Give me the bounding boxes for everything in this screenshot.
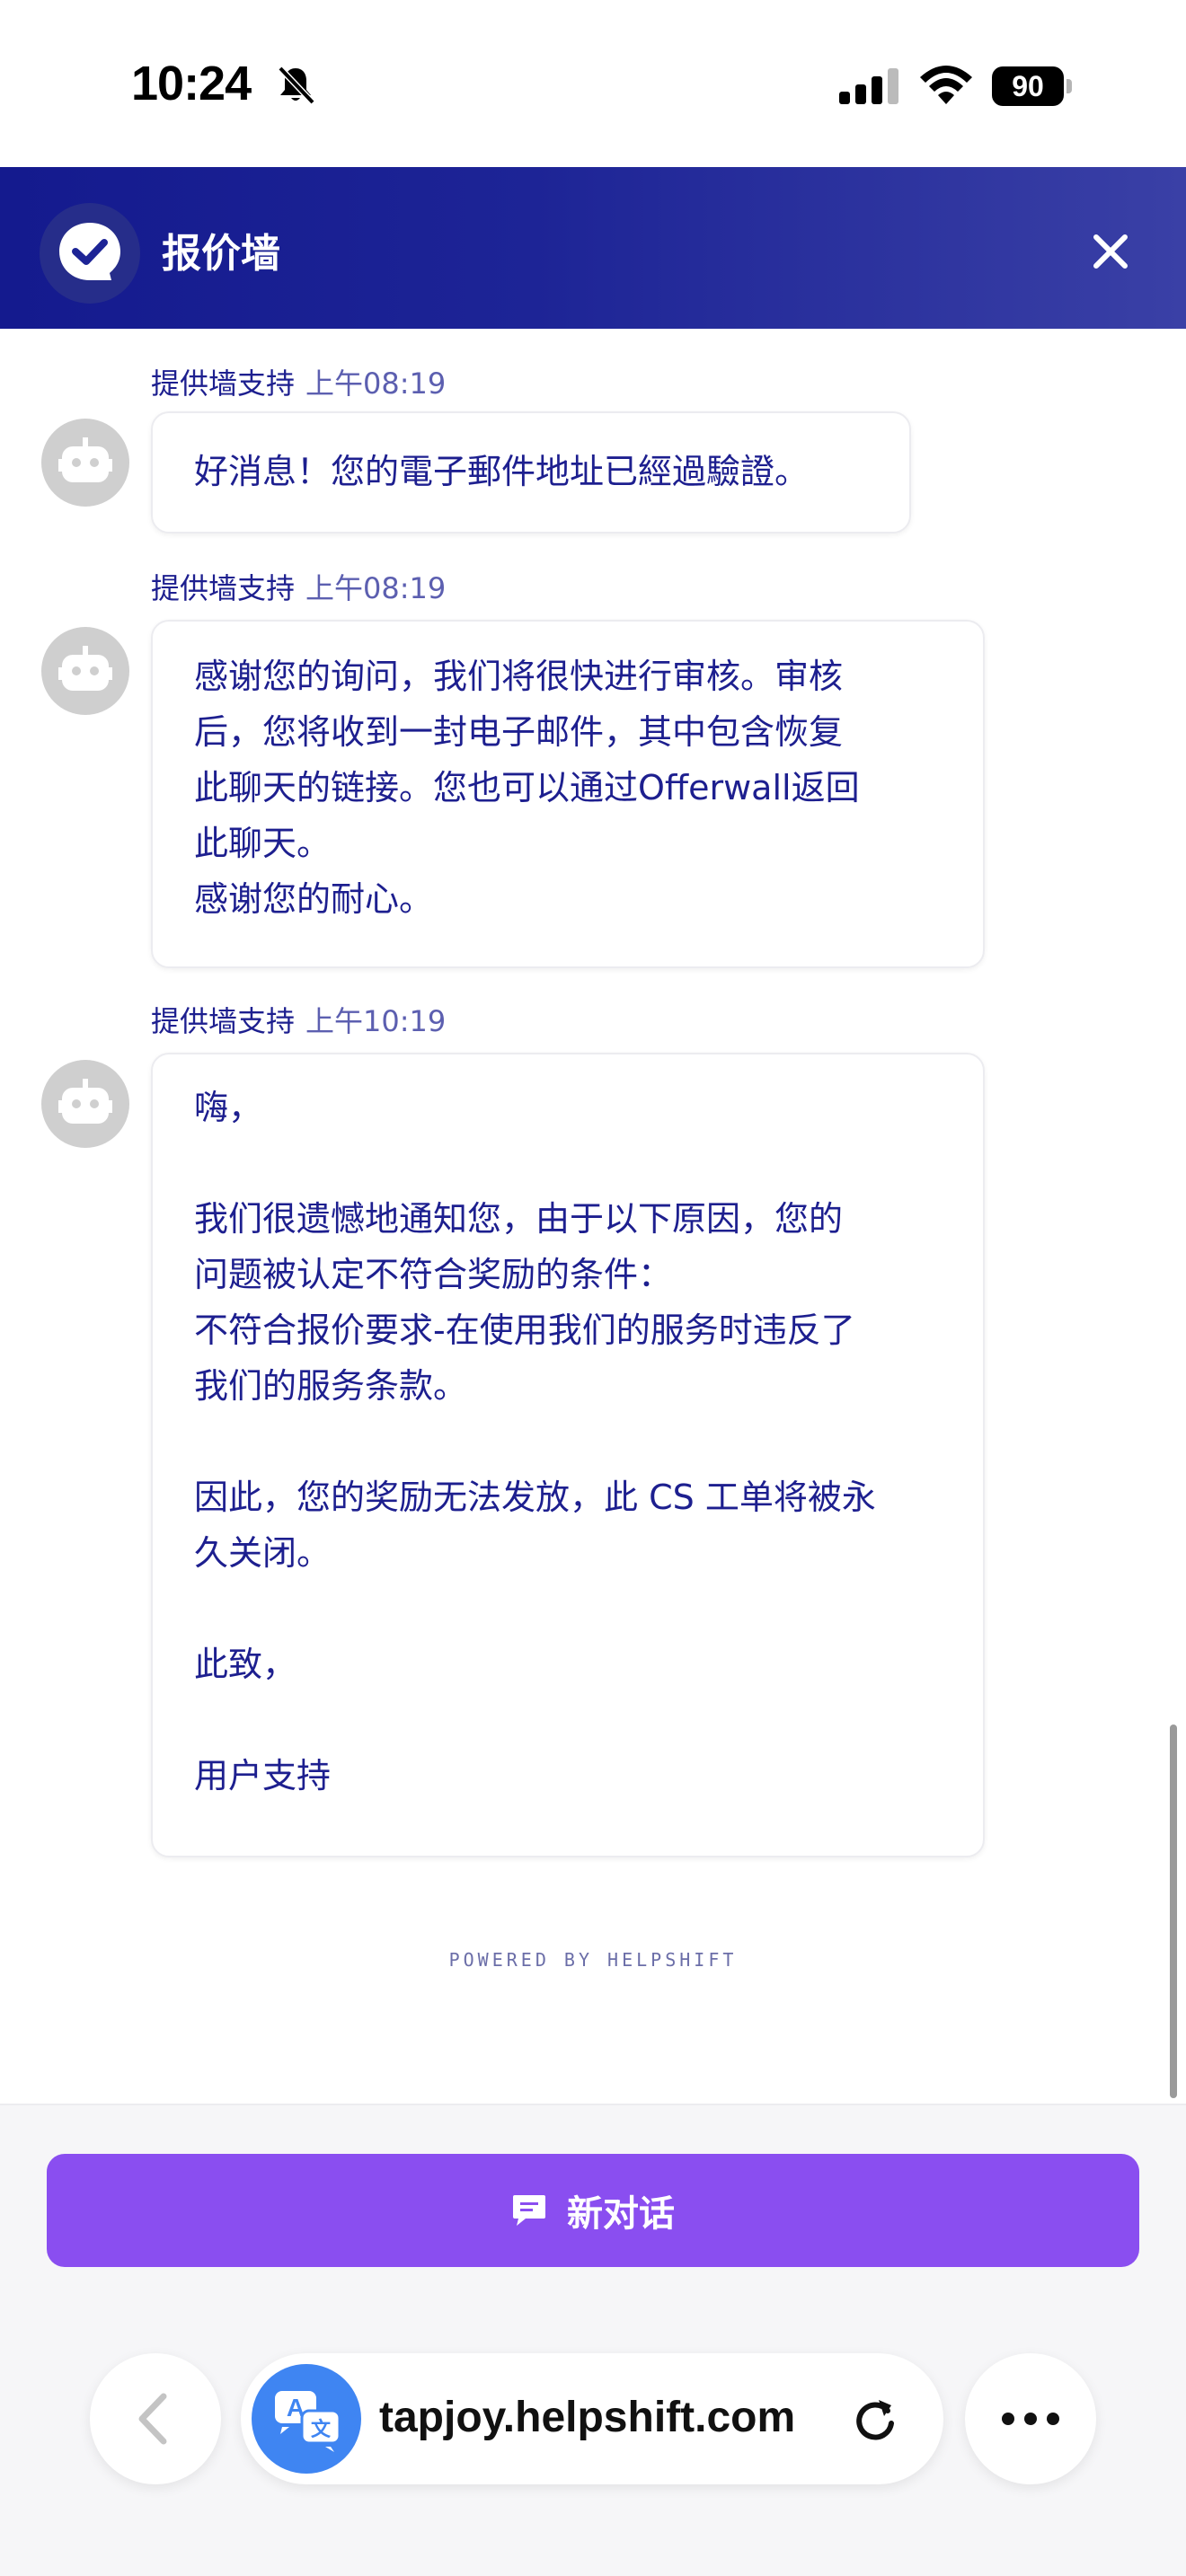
header-title: 报价墙 — [162, 231, 280, 277]
more-options-button[interactable] — [965, 2353, 1096, 2484]
ellipsis-icon — [1002, 2413, 1059, 2425]
address-bar[interactable]: A 文 tapjoy.helpshift.com — [241, 2353, 943, 2484]
browser-back-button[interactable] — [90, 2353, 221, 2484]
chevron-left-icon — [138, 2393, 167, 2445]
chat-bubble-icon — [513, 2195, 545, 2226]
message-sender: 提供墙支持 — [151, 1004, 296, 1038]
message-bubble: 嗨， 我们很遗憾地通知您，由于以下原因，您的 问题被认定不符合奖励的条件： 不符… — [151, 1053, 985, 1857]
message-time: 上午08:19 — [305, 571, 447, 605]
translate-icon[interactable]: A 文 — [252, 2364, 361, 2474]
bot-avatar-icon — [41, 419, 129, 507]
message-sender: 提供墙支持 — [151, 571, 296, 605]
chat-header: 报价墙 — [0, 167, 1186, 329]
cellular-signal-icon — [839, 68, 898, 104]
new-conversation-label: 新对话 — [567, 2193, 675, 2235]
message-meta: 提供墙支持 上午10:19 — [151, 999, 446, 1040]
battery-tip — [1067, 79, 1072, 93]
url-text: tapjoy.helpshift.com — [379, 2394, 796, 2441]
battery-level: 90 — [992, 66, 1064, 106]
chat-scrollbar[interactable] — [1170, 1725, 1177, 2098]
message-sender: 提供墙支持 — [151, 366, 296, 401]
bot-avatar-icon — [41, 1060, 129, 1148]
bottom-panel: 新对话 A 文 tapjoy.helpshift.com — [0, 2104, 1186, 2576]
reload-icon[interactable] — [848, 2393, 902, 2447]
bot-avatar-icon — [41, 627, 129, 715]
message-time: 上午08:19 — [305, 366, 447, 401]
message-meta: 提供墙支持 上午08:19 — [151, 361, 446, 402]
svg-text:文: 文 — [311, 2418, 332, 2441]
chat-check-icon — [40, 203, 140, 304]
new-conversation-button[interactable]: 新对话 — [47, 2154, 1139, 2267]
chat-thread[interactable]: 提供墙支持 上午08:19 好消息！您的電子郵件地址已經過驗證。 提供墙支持 上午0… — [0, 329, 1186, 2104]
battery-indicator: 90 — [992, 66, 1073, 106]
status-time: 10:24 — [131, 57, 252, 110]
message-bubble: 感谢您的询问，我们将很快进行审核。审核 后，您将收到一封电子邮件，其中包含恢复 … — [151, 620, 985, 968]
message-bubble: 好消息！您的電子郵件地址已經過驗證。 — [151, 411, 911, 534]
bell-muted-icon — [278, 66, 315, 105]
status-bar: 10:24 90 — [0, 0, 1186, 167]
wifi-icon — [920, 66, 972, 104]
powered-by-label: POWERED BY HELPSHIFT — [448, 1949, 738, 1971]
message-time: 上午10:19 — [305, 1004, 447, 1038]
message-meta: 提供墙支持 上午08:19 — [151, 566, 446, 607]
close-icon[interactable] — [1084, 225, 1137, 278]
